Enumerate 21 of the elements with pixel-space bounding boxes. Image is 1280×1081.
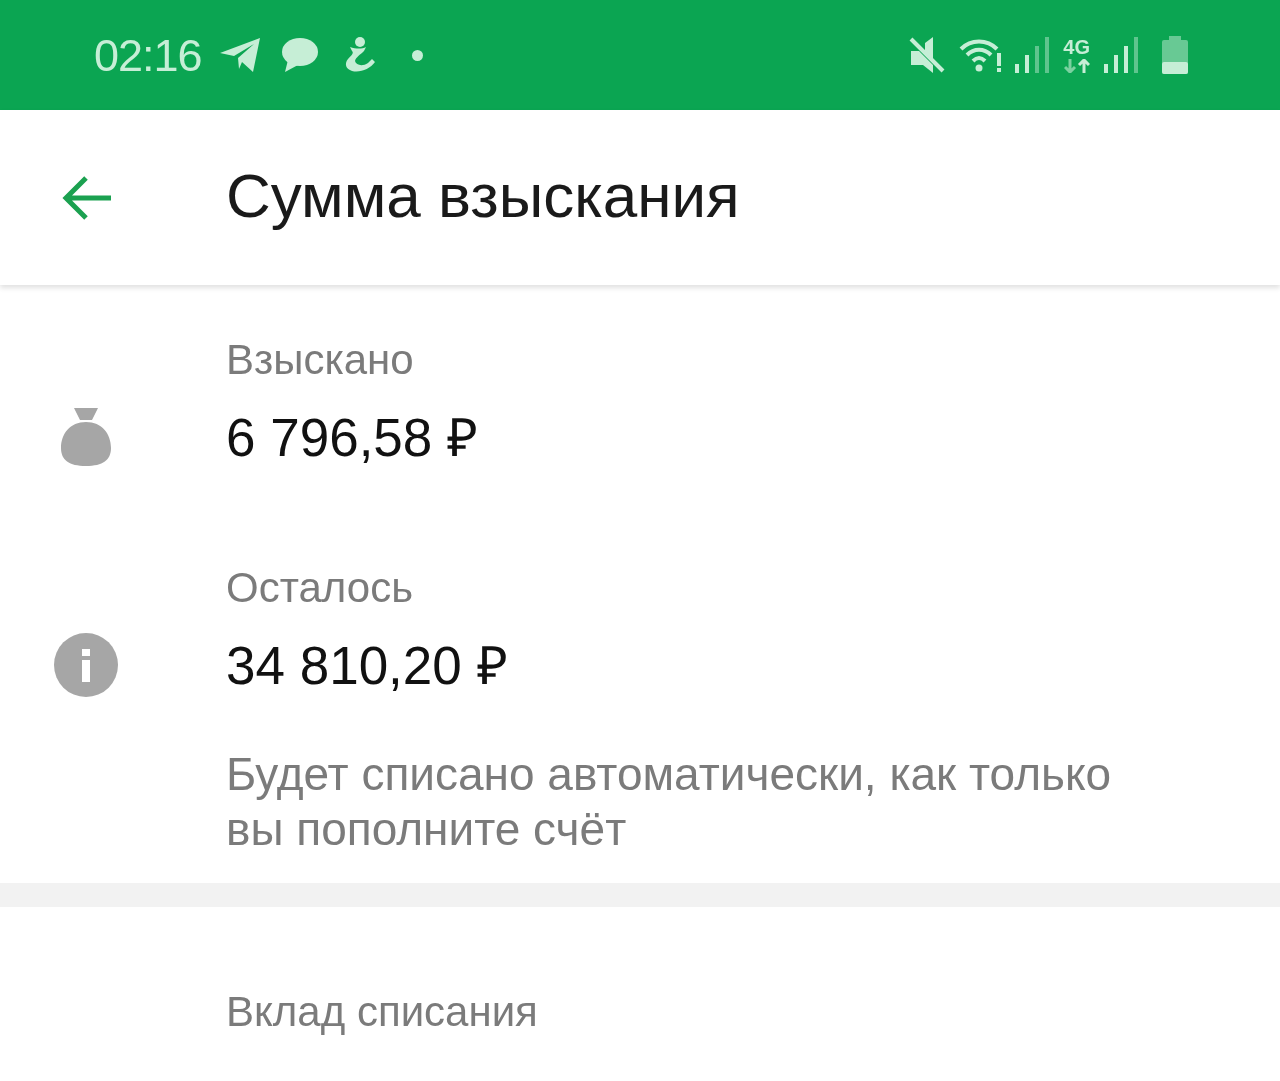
signal-bars-icon [1015,37,1050,73]
amount-value: 34 810,20 ₽ [226,638,508,692]
detail-label: Осталось [226,564,413,611]
section-label: Вклад списания [226,988,538,1035]
page-title: Сумма взыскания [226,164,740,231]
detail-note: Будет списано автоматически, как только вы пополните счёт [226,747,1113,857]
paper-plane-icon [219,38,262,72]
amount-value: 6 796,58 ₽ [226,410,479,464]
battery-icon [1162,36,1188,74]
money-bag-icon [61,408,111,466]
detail-label: Взыскано [226,336,414,383]
signal-bars-icon [1104,37,1138,73]
wifi-warning-icon [959,37,1004,73]
back-arrow-icon [61,174,113,221]
info-icon [54,633,118,697]
clock-time: 02:16 [94,32,202,78]
muted-speaker-icon [909,37,946,73]
network-type-label: 4G [1063,37,1090,57]
notification-dot-icon [411,49,423,61]
data-arrows-icon [1063,59,1090,73]
chat-bubble-icon [281,38,318,72]
